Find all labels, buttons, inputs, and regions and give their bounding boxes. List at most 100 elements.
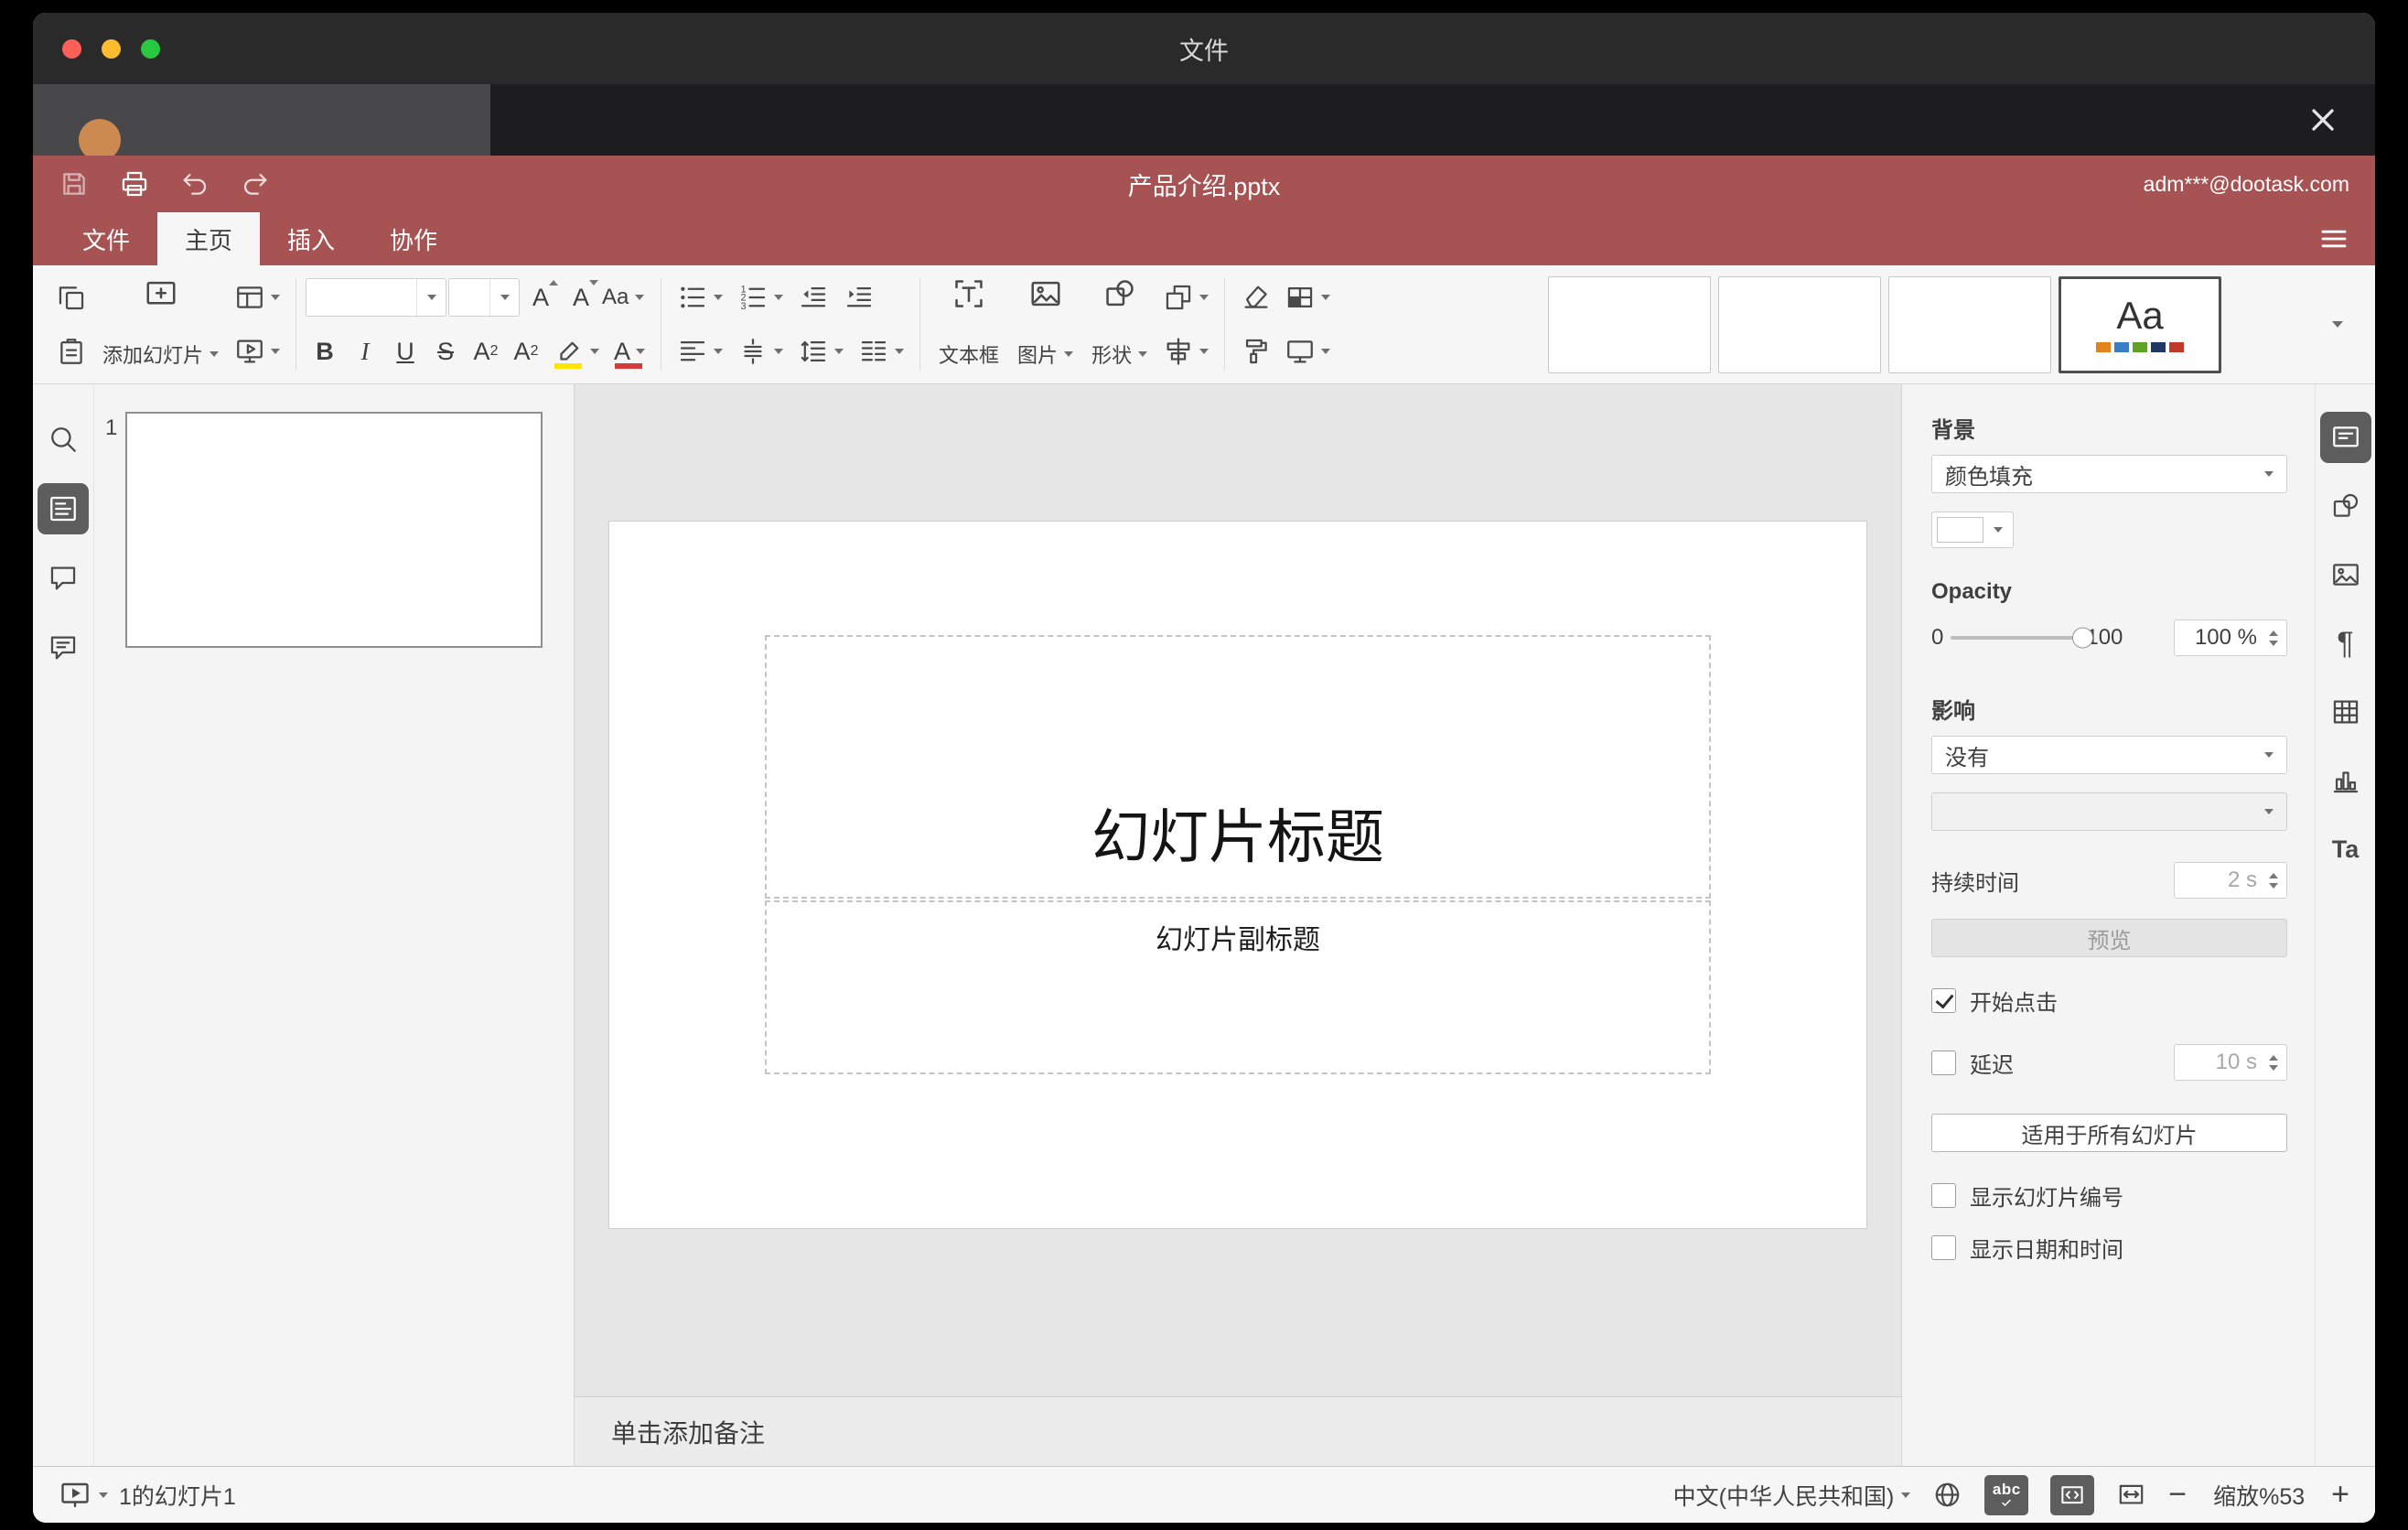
show-date-checkbox[interactable] — [1931, 1235, 1956, 1260]
columns-button[interactable] — [852, 330, 910, 372]
fit-to-width-button[interactable] — [2116, 1480, 2146, 1510]
bold-button[interactable]: B — [306, 330, 344, 372]
copy-style-button[interactable] — [1234, 330, 1278, 372]
insert-image-button[interactable]: 图片 — [1008, 275, 1082, 374]
effect-type-select[interactable] — [1931, 792, 2287, 831]
vertical-align-button[interactable] — [731, 330, 790, 372]
delay-checkbox[interactable] — [1931, 1050, 1956, 1075]
decrease-font-button[interactable]: A — [562, 276, 600, 318]
spinner-arrows[interactable] — [2263, 872, 2286, 889]
increase-indent-button[interactable] — [837, 276, 881, 318]
comments-panel-button[interactable] — [38, 553, 89, 604]
textart-settings-button[interactable]: Ta — [2320, 824, 2371, 875]
underline-button[interactable]: U — [386, 330, 425, 372]
increase-font-button[interactable]: A — [521, 276, 560, 318]
paragraph-settings-button[interactable]: ¶ — [2320, 618, 2371, 669]
effect-select[interactable]: 没有 — [1931, 736, 2287, 774]
fit-to-slide-button[interactable] — [2050, 1474, 2095, 1515]
change-case-button[interactable]: Aa — [602, 276, 645, 318]
image-settings-button[interactable] — [2320, 549, 2371, 600]
font-name-select[interactable] — [306, 278, 447, 317]
clear-style-button[interactable] — [1234, 276, 1278, 318]
start-slideshow-button[interactable] — [59, 1479, 108, 1512]
add-slide-button[interactable]: 添加幻灯片 — [93, 275, 228, 374]
opacity-slider[interactable] — [1951, 627, 2094, 649]
copy-button[interactable] — [49, 276, 93, 318]
language-select[interactable]: 中文(中华人民共和国) — [1673, 1479, 1911, 1512]
shape-settings-button[interactable] — [2320, 480, 2371, 532]
change-layout-button[interactable] — [228, 276, 286, 318]
tab-collaboration[interactable]: 协作 — [362, 212, 465, 265]
close-editor-button[interactable] — [2302, 99, 2344, 141]
duration-spinbox[interactable]: 2 s — [2174, 862, 2287, 899]
strikethrough-button[interactable]: S — [426, 330, 465, 372]
document-language-button[interactable] — [1932, 1480, 1962, 1510]
color-scheme-button[interactable] — [1278, 276, 1337, 318]
redo-button[interactable] — [240, 168, 271, 199]
notes-input[interactable]: 单击添加备注 — [575, 1396, 1901, 1466]
theme-slot-selected[interactable]: Aa — [2059, 275, 2221, 373]
print-button[interactable] — [119, 168, 150, 199]
delay-spinbox[interactable]: 10 s — [2174, 1044, 2287, 1081]
background-color-picker[interactable] — [1931, 512, 2014, 548]
close-window-button[interactable] — [62, 38, 81, 59]
theme-slot[interactable] — [1888, 275, 2051, 373]
theme-gallery-expand-button[interactable] — [2317, 276, 2359, 373]
decrease-indent-button[interactable] — [791, 276, 835, 318]
spinner-arrows[interactable] — [2263, 1054, 2286, 1071]
zoom-window-button[interactable] — [141, 38, 160, 59]
line-spacing-button[interactable] — [791, 330, 850, 372]
show-slide-number-checkbox[interactable] — [1931, 1183, 1956, 1208]
slide-canvas[interactable]: 幻灯片标题 幻灯片副标题 — [575, 384, 1901, 1396]
horizontal-align-button[interactable] — [671, 330, 729, 372]
tab-home[interactable]: 主页 — [157, 212, 261, 265]
save-button[interactable] — [59, 168, 90, 199]
apply-to-all-slides-button[interactable]: 适用于所有幻灯片 — [1931, 1114, 2287, 1152]
tab-file[interactable]: 文件 — [55, 212, 157, 265]
italic-button[interactable]: I — [346, 330, 384, 372]
background-fill-select[interactable]: 颜色填充 — [1931, 455, 2287, 493]
slides-panel-button[interactable] — [38, 483, 89, 534]
view-settings-button[interactable] — [2318, 212, 2349, 265]
slide-settings-button[interactable] — [2319, 412, 2371, 463]
bullets-button[interactable] — [671, 276, 729, 318]
slide-surface[interactable]: 幻灯片标题 幻灯片副标题 — [609, 522, 1866, 1228]
undo-button[interactable] — [179, 168, 210, 199]
insert-shape-button[interactable]: 形状 — [1082, 275, 1156, 374]
opacity-spinbox[interactable]: 100 % — [2174, 620, 2287, 656]
paste-button[interactable] — [49, 330, 93, 372]
insert-textbox-button[interactable]: 文本框 — [930, 275, 1008, 374]
slide-title-placeholder[interactable]: 幻灯片标题 — [765, 635, 1711, 899]
subscript-button[interactable]: A2 — [507, 330, 545, 372]
opacity-slider-knob[interactable] — [2072, 627, 2094, 649]
chart-settings-button[interactable] — [2320, 755, 2371, 806]
superscript-button[interactable]: A2 — [467, 330, 505, 372]
zoom-out-button[interactable]: − — [2168, 1477, 2187, 1513]
feedback-panel-button[interactable] — [38, 622, 89, 673]
tab-insert[interactable]: 插入 — [260, 212, 362, 265]
spinner-arrows[interactable] — [2263, 630, 2286, 646]
slide-thumbnail[interactable] — [125, 412, 543, 648]
search-panel-button[interactable] — [38, 414, 89, 465]
spellcheck-toggle-button[interactable]: abc — [1984, 1474, 2029, 1515]
align-shapes-button[interactable] — [1156, 330, 1215, 372]
right-icon-strip: ¶ Ta — [2315, 384, 2375, 1466]
theme-slot[interactable] — [1548, 275, 1711, 373]
highlight-color-button[interactable] — [547, 330, 606, 372]
font-color-button[interactable]: A — [607, 330, 651, 372]
zoom-in-button[interactable]: + — [2331, 1477, 2349, 1513]
slide-subtitle-placeholder[interactable]: 幻灯片副标题 — [765, 900, 1711, 1074]
theme-slot[interactable] — [1718, 275, 1881, 373]
vertical-align-icon — [744, 339, 762, 364]
start-on-click-checkbox[interactable] — [1931, 988, 1956, 1013]
outdent-icon — [801, 286, 826, 307]
slide-size-button[interactable] — [1278, 330, 1337, 372]
preview-button[interactable]: 预览 — [1931, 919, 2287, 957]
arrange-shapes-button[interactable] — [1156, 276, 1215, 318]
numbering-button[interactable]: 123 — [731, 276, 790, 318]
font-size-select[interactable] — [448, 278, 521, 317]
preview-slideshow-button[interactable] — [228, 330, 286, 372]
table-settings-button[interactable] — [2320, 686, 2371, 738]
minimize-window-button[interactable] — [102, 38, 121, 59]
background-section-label: 背景 — [1931, 418, 1975, 443]
